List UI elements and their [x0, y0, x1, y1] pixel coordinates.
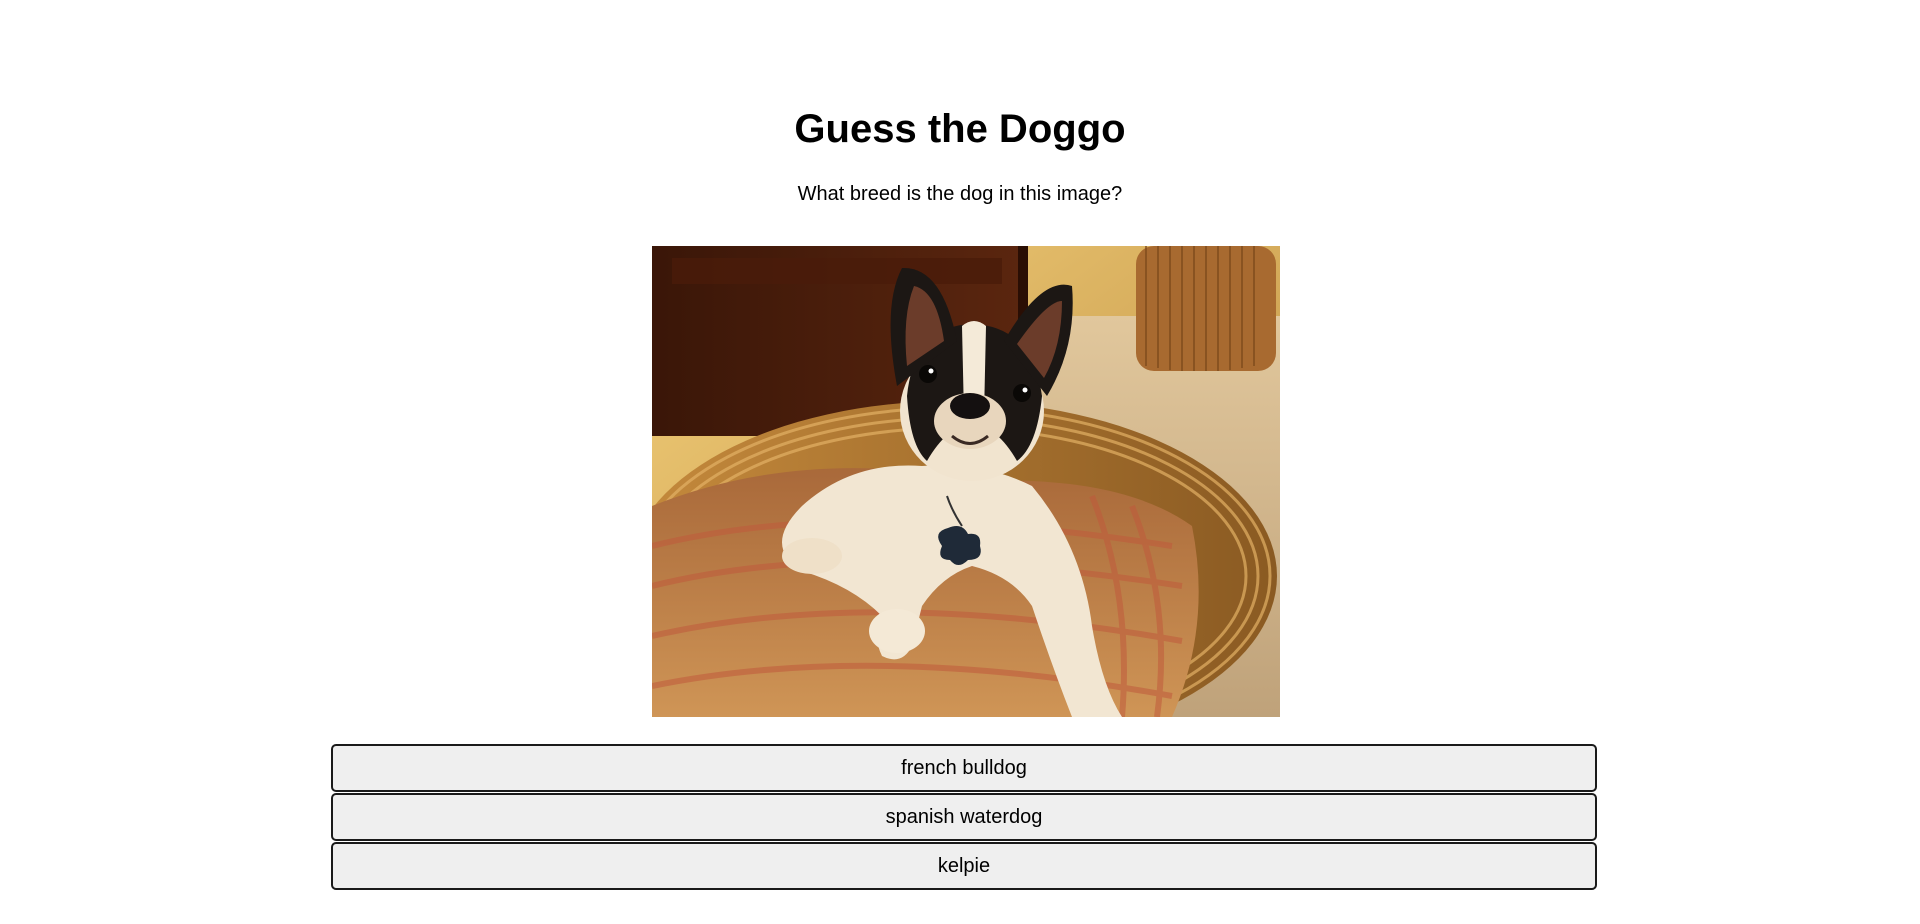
question-text: What breed is the dog in this image? — [797, 183, 1123, 205]
answer-button-french-bulldog[interactable]: french bulldog — [331, 744, 1597, 792]
page-title: Guess the Doggo — [794, 107, 1126, 151]
guess-the-doggo-page: Guess the Doggo What breed is the dog in… — [0, 0, 1920, 924]
answer-options: french bulldog spanish waterdog kelpie — [331, 744, 1597, 891]
answer-button-spanish-waterdog[interactable]: spanish waterdog — [331, 793, 1597, 841]
answer-button-kelpie[interactable]: kelpie — [331, 842, 1597, 890]
dog-photo — [652, 246, 1280, 717]
